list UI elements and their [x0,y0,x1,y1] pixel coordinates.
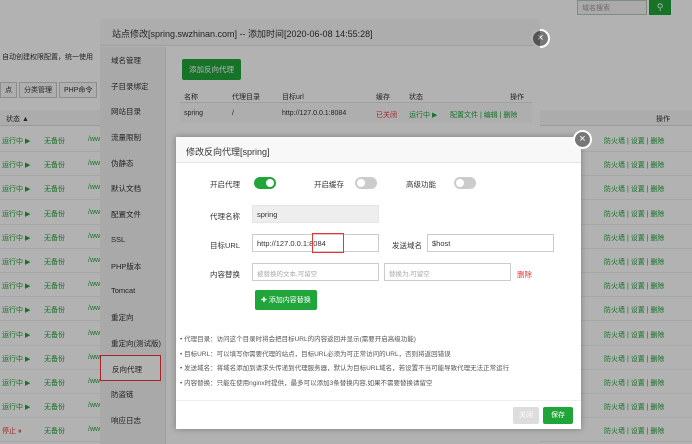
replace-from-input[interactable]: 被替换的文本,可留空 [252,263,379,281]
tip-text: 代理目录：访问这个目录时将会把目标URL的内容返回并显示(需要开启高级功能) [184,336,416,343]
enable-cache-label: 开启缓存 [314,180,344,189]
target-url-label: 目标URL [209,241,240,250]
enable-proxy-toggle[interactable] [254,177,276,189]
replace-to-input[interactable]: 替换为,可留空 [384,263,511,281]
close-icon[interactable]: × [573,130,592,149]
close-button[interactable]: 关闭 [513,407,539,424]
add-content-replace-button[interactable]: ✚ 添加内容替换 [255,290,317,310]
tip-item: • 目标URL：可以填写你需要代理的站点，目标URL必须为可正常访问的URL，否… [180,350,451,358]
tip-text: 目标URL：可以填写你需要代理的站点，目标URL必须为可正常访问的URL，否则将… [184,350,451,358]
send-domain-input[interactable]: $host [427,234,554,252]
send-domain-label: 发送域名 [392,241,422,250]
add-content-label: 添加内容替换 [268,297,311,304]
content-replace-label: 内容替换 [210,270,240,279]
dialog-footer: 关闭 保存 [176,400,581,429]
tip-item: • 代理目录：访问这个目录时将会把目标URL的内容返回并显示(需要开启高级功能) [180,336,416,343]
enable-proxy-label: 开启代理 [210,180,240,189]
proxy-name-field: spring [252,205,379,223]
tip-text: 内容替换：只能在使用nginx时提供，最多可以添加3条替换内容,如果不需要替换请… [184,379,433,387]
help-tips: • 代理目录：访问这个目录时将会把目标URL的内容返回并显示(需要开启高级功能)… [180,333,580,391]
tip-text: 发送域名：将域名添加到请求头传递到代理服务器，默认为目标URL域名，若设置不当可… [184,365,510,372]
plus-icon: ✚ [261,297,269,304]
delete-replace-link[interactable]: 删除 [517,269,532,280]
enable-cache-toggle[interactable] [355,177,377,189]
advanced-toggle[interactable] [454,177,476,189]
tip-item: • 内容替换：只能在使用nginx时提供，最多可以添加3条替换内容,如果不需要替… [180,379,433,387]
advanced-label: 高级功能 [406,180,436,189]
url-port-highlight [312,233,344,253]
dialog-title: 修改反向代理[spring] [176,137,581,163]
tip-item: • 发送域名：将域名添加到请求头传递到代理服务器，默认为目标URL域名，若设置不… [180,365,510,372]
modify-proxy-dialog: 修改反向代理[spring] × 开启代理 开启缓存 高级功能 代理名称 spr… [176,130,592,429]
proxy-name-label: 代理名称 [210,212,240,221]
save-button[interactable]: 保存 [543,407,573,424]
